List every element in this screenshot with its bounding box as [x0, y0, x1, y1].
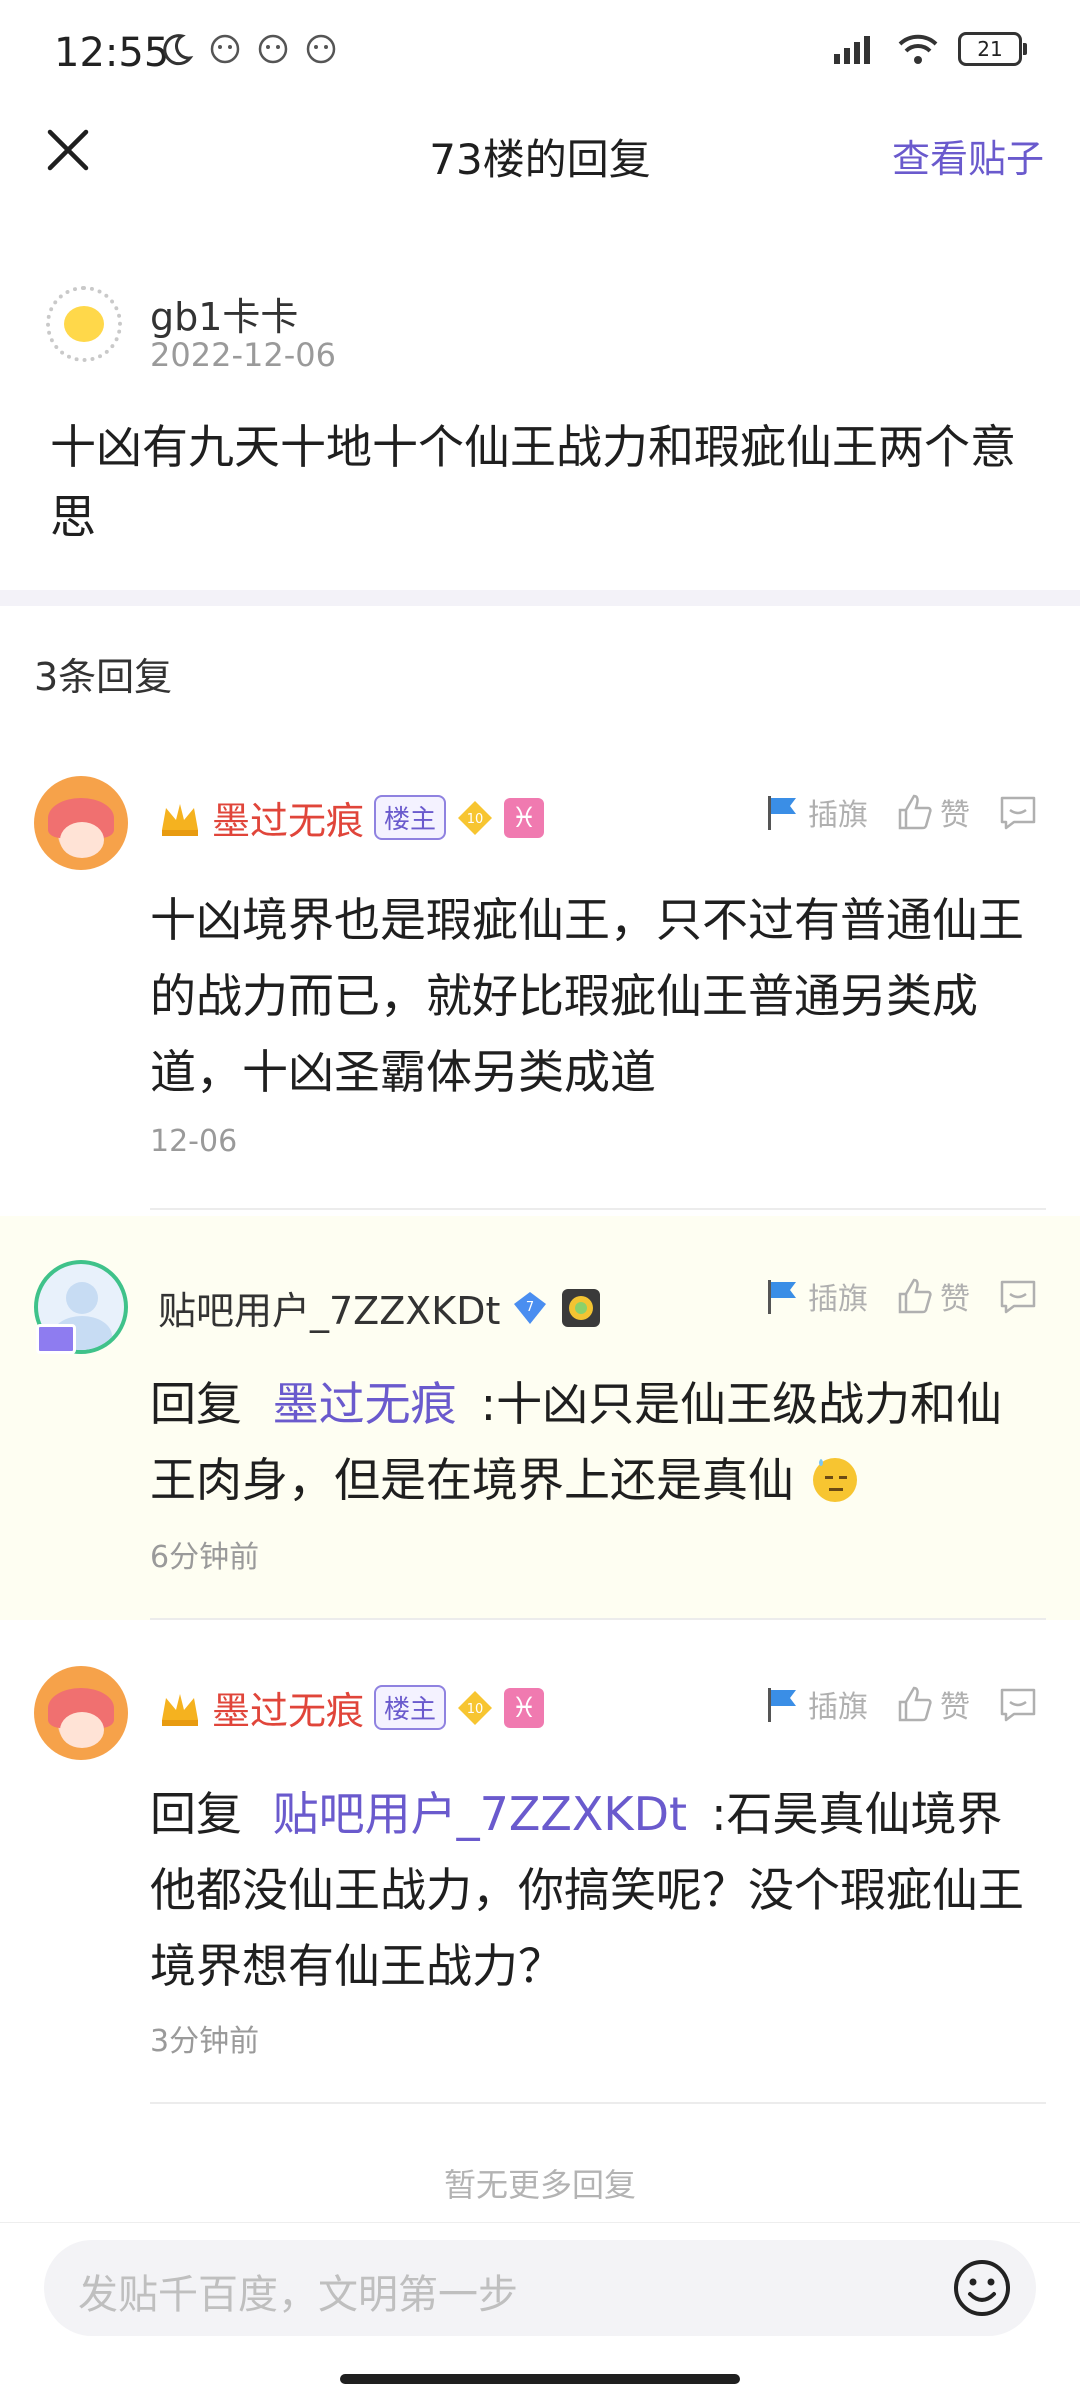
- op-tag: 楼主: [374, 1685, 447, 1730]
- like-label: 赞: [940, 1282, 970, 1317]
- reply-to-link[interactable]: 贴吧用户_7ZZXKDt: [273, 1787, 687, 1841]
- flag-icon: [768, 1280, 796, 1314]
- battery-indicator: 21: [958, 32, 1027, 66]
- comment-icon[interactable]: [996, 1274, 1040, 1318]
- reply-content: 十凶境界也是瑕疵仙王，只不过有普通仙王的战力而已，就好比瑕疵仙王普通另类成道，十…: [150, 893, 1024, 1099]
- op-avatar[interactable]: [46, 286, 122, 362]
- reply-actions: 插旗 赞: [762, 1274, 1040, 1318]
- divider: [150, 1208, 1046, 1210]
- home-indicator[interactable]: [340, 2374, 740, 2384]
- comment-icon[interactable]: [996, 790, 1040, 834]
- status-notification-icons: [160, 32, 338, 66]
- signal-icon: [834, 36, 870, 64]
- reply-actions: 插旗 赞: [762, 1682, 1040, 1726]
- reply-to-link[interactable]: 墨过无痕: [273, 1377, 457, 1431]
- wifi-icon: [898, 34, 938, 64]
- sweat-emoji-icon: [812, 1458, 857, 1502]
- flag-button[interactable]: 插旗: [762, 1274, 868, 1318]
- diamond-level-icon: 7: [514, 1291, 547, 1324]
- thumbs-up-icon: [898, 1278, 932, 1314]
- divider: [150, 2102, 1046, 2104]
- reply-header: 贴吧用户_7ZZXKDt 7: [158, 1280, 602, 1335]
- app-notification-icon: [306, 34, 336, 64]
- flag-label: 插旗: [808, 1690, 868, 1725]
- like-label: 赞: [940, 798, 970, 833]
- level-badge-icon: 10: [458, 1690, 493, 1725]
- comment-input-placeholder: 发贴千百度，文明第一步: [78, 2272, 518, 2318]
- svg-text:7: 7: [526, 1300, 534, 1315]
- divider: [150, 1618, 1046, 1620]
- reply-username[interactable]: 墨过无痕: [212, 790, 364, 845]
- reply-header: 墨过无痕 楼主 10 ♓: [158, 790, 545, 845]
- thumbs-up-icon: [898, 1686, 932, 1722]
- reply-prefix: 回复: [150, 1377, 242, 1431]
- flag-icon: [768, 796, 796, 830]
- reply-count: 3条回复: [34, 655, 173, 699]
- svg-text:10: 10: [467, 812, 484, 827]
- crown-icon: [162, 803, 198, 836]
- no-more-replies: 暂无更多回复: [443, 2166, 636, 2204]
- avatar[interactable]: [34, 776, 128, 870]
- zodiac-icon: ♓: [504, 1687, 545, 1728]
- moon-icon: [163, 34, 194, 66]
- comment-icon[interactable]: [996, 1682, 1040, 1726]
- flag-label: 插旗: [808, 798, 868, 833]
- crown-icon: [162, 1693, 198, 1726]
- section-divider: [0, 590, 1080, 606]
- app-notification-icon: [258, 34, 288, 64]
- reply-time: 3分钟前: [150, 2024, 260, 2059]
- zodiac-icon: ♓: [504, 797, 545, 838]
- reply-username[interactable]: 贴吧用户_7ZZXKDt: [158, 1280, 500, 1335]
- app-notification-icon: [210, 34, 240, 64]
- reply-actions: 插旗 赞: [762, 790, 1040, 834]
- op-username[interactable]: gb1卡卡: [150, 286, 298, 341]
- medal-icon: [562, 1288, 601, 1327]
- op-date: 2022-12-06: [150, 336, 336, 374]
- flag-icon: [768, 1688, 796, 1722]
- level-badge-icon: 10: [458, 800, 493, 835]
- flag-label: 插旗: [808, 1282, 868, 1317]
- reply-content: 回复 墨过无痕:十凶只是仙王级战力和仙王肉身，但是在境界上还是真仙: [150, 1366, 1030, 1518]
- flag-button[interactable]: 插旗: [762, 790, 868, 834]
- avatar[interactable]: [34, 1666, 128, 1760]
- reply-prefix: 回复: [150, 1787, 242, 1841]
- like-button[interactable]: 赞: [894, 1682, 970, 1726]
- emoji-icon[interactable]: [952, 2258, 1012, 2318]
- tv-badge-icon: [36, 1324, 76, 1354]
- view-post-link[interactable]: 查看贴子: [892, 128, 1044, 183]
- like-button[interactable]: 赞: [894, 790, 970, 834]
- reply-time: 6分钟前: [150, 1540, 260, 1575]
- like-button[interactable]: 赞: [894, 1274, 970, 1318]
- flag-button[interactable]: 插旗: [762, 1682, 868, 1726]
- svg-text:10: 10: [467, 1702, 484, 1717]
- reply-content: 回复 贴吧用户_7ZZXKDt:石昊真仙境界他都没仙王战力，你搞笑呢？没个瑕疵仙…: [150, 1776, 1030, 2004]
- like-label: 赞: [940, 1690, 970, 1725]
- reply-username[interactable]: 墨过无痕: [212, 1680, 364, 1735]
- status-time: 12:55: [54, 30, 170, 76]
- op-content: 十凶有九天十地十个仙王战力和瑕疵仙王两个意思: [50, 420, 1016, 544]
- reply-header: 墨过无痕 楼主 10 ♓: [158, 1680, 545, 1735]
- thumbs-up-icon: [898, 794, 932, 830]
- reply-time: 12-06: [150, 1124, 238, 1159]
- op-tag: 楼主: [374, 795, 447, 840]
- status-system-icons: 21: [830, 32, 1027, 66]
